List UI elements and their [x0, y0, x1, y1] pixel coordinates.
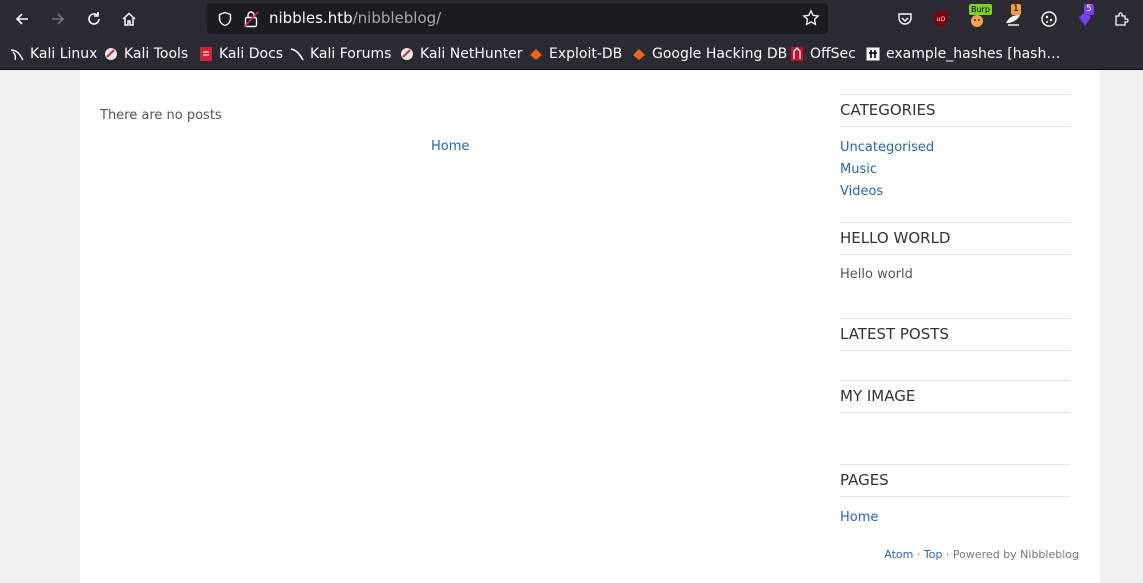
burp-extension-button[interactable]: Burp — [965, 4, 992, 31]
ublock-origin-icon: uO — [934, 11, 948, 27]
kali-docs-icon — [200, 47, 212, 61]
bookmark-google-hacking-db[interactable]: Google Hacking DB — [632, 45, 787, 63]
offsec-icon — [791, 47, 803, 61]
arrow-left-icon — [15, 13, 28, 25]
notification-badge: 1 — [1011, 4, 1021, 15]
category-link-music[interactable]: Music — [840, 162, 877, 177]
bookmark-offsec[interactable]: OffSec — [790, 45, 856, 63]
extensions-button[interactable] — [1109, 7, 1133, 31]
bookmark-label: Kali NetHunter — [420, 46, 523, 62]
arrow-right-icon — [52, 13, 65, 25]
bookmark-kali-linux[interactable]: Kali Linux — [10, 45, 97, 63]
ghdb-icon — [633, 49, 645, 60]
forward-button[interactable] — [46, 7, 70, 31]
hello-world-text: Hello world — [840, 267, 913, 282]
kali-nethunter-icon — [401, 48, 413, 60]
puzzle-icon — [1115, 12, 1129, 26]
bookmark-example-hashes[interactable]: example_hashes [hash… — [866, 45, 1060, 63]
category-link-uncategorised[interactable]: Uncategorised — [840, 140, 934, 155]
cookie-icon — [1041, 11, 1057, 27]
page-link-home[interactable]: Home — [840, 510, 878, 525]
home-icon — [122, 12, 136, 26]
purple-extension-button[interactable]: 5 — [1073, 4, 1097, 31]
bookmark-exploit-db[interactable]: Exploit-DB — [529, 45, 622, 63]
footer-separator: · — [913, 548, 924, 561]
kali-forums-icon — [290, 48, 304, 61]
bookmark-label: Exploit-DB — [549, 46, 623, 62]
pocket-icon — [898, 13, 912, 25]
list-item: Home — [840, 507, 1070, 529]
home-button[interactable] — [117, 7, 141, 31]
pages-plugin: PAGES Home — [840, 464, 1070, 529]
top-link[interactable]: Top — [924, 548, 943, 561]
address-bar[interactable]: nibbles.htb/nibbleblog/ — [207, 3, 828, 34]
footer: Atom · Top · Powered by Nibbleblog — [884, 548, 1079, 561]
svg-text:uO: uO — [937, 16, 946, 23]
bookmark-kali-tools[interactable]: Kali Tools — [104, 45, 188, 63]
no-posts-message: There are no posts — [100, 108, 222, 123]
reload-button[interactable] — [82, 7, 106, 31]
hello-world-plugin: HELLO WORLD Hello world — [840, 222, 1070, 282]
kali-tools-icon — [105, 48, 117, 60]
back-button[interactable] — [10, 7, 34, 31]
url-text: nibbles.htb/nibbleblog/ — [269, 9, 441, 27]
powered-by-text: · Powered by Nibbleblog — [942, 548, 1079, 561]
page-viewport: There are no posts Home CATEGORIES Uncat… — [0, 70, 1143, 583]
bookmark-label: Google Hacking DB — [652, 46, 788, 62]
pager-home-link[interactable]: Home — [431, 139, 469, 154]
category-link-videos[interactable]: Videos — [840, 184, 883, 199]
reload-icon — [88, 12, 100, 25]
kali-dragon-icon — [10, 49, 24, 61]
hashcat-icon — [866, 47, 880, 61]
ublock-button[interactable]: uO — [929, 7, 953, 31]
burp-badge: Burp — [969, 4, 992, 15]
notification-extension-button[interactable]: 1 — [1001, 4, 1025, 31]
url-host: nibbles.htb — [269, 9, 353, 27]
bookmark-kali-docs[interactable]: Kali Docs — [199, 45, 283, 63]
cookie-extension-button[interactable] — [1037, 7, 1061, 31]
browser-toolbar: nibbles.htb/nibbleblog/ uO Burp 1 5 — [0, 0, 1143, 38]
purple-badge: 5 — [1084, 4, 1094, 15]
my-image-plugin: MY IMAGE — [840, 380, 1070, 413]
list-item: Music — [840, 159, 1070, 181]
my-image-title: MY IMAGE — [840, 380, 1070, 413]
hello-world-title: HELLO WORLD — [840, 222, 1070, 255]
bookmark-label: example_hashes [hash… — [886, 46, 1061, 62]
bookmark-label: Kali Forums — [310, 46, 392, 62]
categories-title: CATEGORIES — [840, 94, 1070, 127]
bookmark-label: OffSec — [810, 46, 856, 62]
pages-list: Home — [840, 507, 1070, 529]
bookmark-kali-nethunter[interactable]: Kali NetHunter — [400, 45, 522, 63]
list-item: Uncategorised — [840, 137, 1070, 159]
bookmark-label: Kali Linux — [30, 46, 98, 62]
pocket-button[interactable] — [893, 7, 917, 31]
bookmark-star-icon[interactable] — [802, 9, 820, 31]
bookmark-label: Kali Tools — [124, 46, 189, 62]
bookmark-label: Kali Docs — [219, 46, 284, 62]
exploit-db-icon — [530, 49, 542, 60]
pages-title: PAGES — [840, 464, 1070, 497]
tracking-shield-icon[interactable] — [217, 11, 233, 31]
url-path: /nibbleblog/ — [352, 9, 442, 27]
categories-list: Uncategorised Music Videos — [840, 137, 1070, 203]
bookmark-kali-forums[interactable]: Kali Forums — [290, 45, 391, 63]
bookmarks-toolbar: Kali Linux Kali Tools Kali Docs Kali For… — [0, 38, 1143, 70]
insecure-lock-icon[interactable] — [243, 10, 259, 32]
blog-container: There are no posts Home CATEGORIES Uncat… — [80, 70, 1100, 583]
latest-posts-title: LATEST POSTS — [840, 318, 1070, 351]
categories-plugin: CATEGORIES Uncategorised Music Videos — [840, 94, 1070, 203]
latest-posts-plugin: LATEST POSTS — [840, 318, 1070, 351]
list-item: Videos — [840, 181, 1070, 203]
atom-feed-link[interactable]: Atom — [884, 548, 913, 561]
